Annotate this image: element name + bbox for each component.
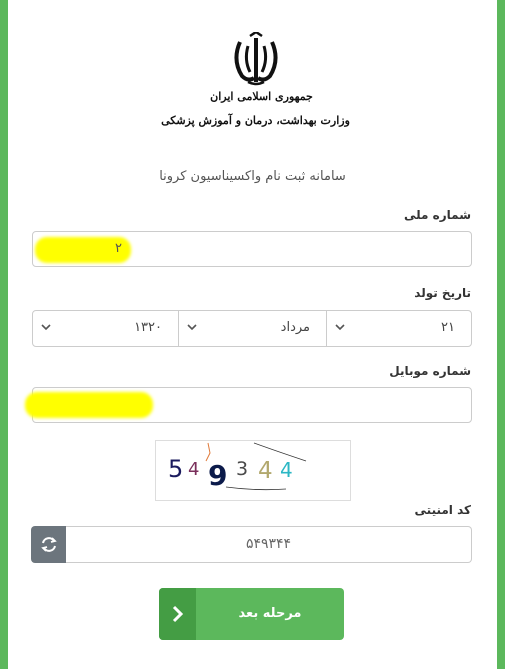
next-arrow-box bbox=[159, 588, 196, 640]
birth-month-value: مرداد bbox=[280, 320, 310, 335]
background-left bbox=[0, 0, 8, 669]
svg-text:9: 9 bbox=[208, 459, 227, 492]
background-right bbox=[497, 0, 505, 669]
birth-month-select[interactable]: مرداد bbox=[178, 310, 327, 347]
birth-year-value: ۱۳۲۰ bbox=[134, 320, 162, 335]
logo-subtitle: وزارت بهداشت، درمان و آموزش پزشکی bbox=[161, 114, 350, 127]
captcha-input[interactable]: ۵۴۹۳۴۴ bbox=[66, 526, 472, 563]
svg-text:4: 4 bbox=[188, 459, 199, 480]
svg-text:5: 5 bbox=[168, 455, 183, 483]
refresh-icon bbox=[41, 537, 57, 552]
system-title: سامانه ثبت نام واکسیناسیون کرونا bbox=[159, 169, 346, 184]
chevron-down-icon bbox=[187, 324, 197, 331]
refresh-captcha-button[interactable] bbox=[31, 526, 67, 563]
captcha-label: کد امنیتی bbox=[414, 503, 471, 517]
chevron-down-icon bbox=[41, 324, 51, 331]
chevron-down-icon bbox=[335, 324, 345, 331]
next-step-label: مرحله بعد bbox=[238, 606, 302, 621]
mobile-label: شماره موبایل bbox=[389, 364, 471, 378]
svg-text:4: 4 bbox=[258, 458, 273, 484]
logo-title: جمهوری اسلامی ایران bbox=[210, 90, 313, 103]
registration-card: جمهوری اسلامی ایران وزارت بهداشت، درمان … bbox=[8, 0, 497, 669]
iran-emblem-icon bbox=[234, 32, 278, 86]
birth-year-select[interactable]: ۱۳۲۰ bbox=[32, 310, 179, 347]
mobile-input[interactable] bbox=[25, 387, 472, 423]
birth-day-select[interactable]: ۲۱ bbox=[326, 310, 472, 347]
next-step-button[interactable]: مرحله بعد bbox=[159, 588, 344, 640]
national-id-value: ۲ bbox=[115, 241, 122, 256]
national-id-label: شماره ملی bbox=[404, 208, 471, 222]
svg-text:3: 3 bbox=[236, 458, 248, 480]
birth-day-value: ۲۱ bbox=[441, 320, 455, 335]
chevron-right-icon bbox=[172, 605, 184, 623]
captcha-image: 5 4 9 3 4 4 bbox=[155, 440, 351, 501]
national-id-input[interactable]: ۲ bbox=[32, 231, 472, 267]
redaction-mark bbox=[25, 392, 153, 418]
birth-date-label: تاریخ تولد bbox=[414, 286, 471, 300]
svg-text:4: 4 bbox=[280, 458, 293, 482]
captcha-graphic: 5 4 9 3 4 4 bbox=[168, 442, 307, 492]
